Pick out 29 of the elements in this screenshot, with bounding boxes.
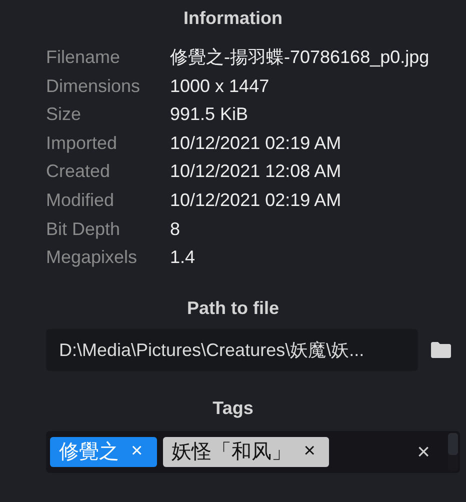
property-value: 修覺之-揚羽蝶-70786168_p0.jpg — [170, 46, 430, 69]
property-label: Modified — [46, 188, 116, 212]
path-field[interactable]: D:\Media\Pictures\Creatures\妖魔\妖... — [46, 328, 418, 371]
section-title: Tags — [212, 398, 254, 419]
section-title: Information — [182, 8, 284, 29]
remove-tag-button[interactable]: × — [129, 440, 145, 464]
property-value: 8 — [170, 218, 182, 241]
clear-tags-button[interactable]: × — [415, 438, 432, 465]
tag-label: 妖怪「和风」 — [172, 440, 292, 466]
section-title: Path to file — [186, 298, 280, 319]
property-label: Dimensions — [46, 74, 142, 98]
tag-chip[interactable]: 修覺之 × — [50, 436, 157, 467]
tag-label: 修覺之 — [59, 440, 119, 466]
property-label: Created — [46, 160, 112, 184]
property-value: 1.4 — [170, 246, 196, 270]
property-label: Size — [46, 103, 82, 126]
property-label: Filename — [46, 46, 122, 69]
remove-tag-button[interactable]: × — [302, 440, 318, 464]
property-value: 1000 x 1447 — [170, 74, 270, 98]
property-value: 991.5 KiB — [170, 103, 250, 126]
tags-field[interactable]: 修覺之 × 妖怪「和风」 × × — [46, 430, 460, 473]
folder-icon[interactable] — [430, 340, 452, 359]
property-label: Megapixels — [46, 246, 138, 270]
tag-chip[interactable]: 妖怪「和风」 × — [162, 436, 330, 467]
property-value: 10/12/2021 02:19 AM — [170, 188, 342, 212]
property-label: Bit Depth — [46, 218, 122, 241]
property-label: Imported — [46, 132, 118, 155]
property-value: 10/12/2021 02:19 AM — [170, 132, 342, 155]
property-value: 10/12/2021 12:08 AM — [170, 160, 342, 184]
